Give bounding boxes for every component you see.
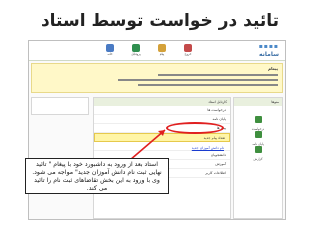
banner-text-line (138, 84, 278, 86)
notice-banner: پیغام (31, 63, 283, 93)
panel-row[interactable]: درخواست ها (94, 106, 230, 115)
profile-icon (132, 44, 140, 52)
nav-label: پروفایل (131, 52, 141, 56)
home-icon (106, 44, 114, 52)
nav-label: پیام (159, 52, 165, 56)
nav-label: خانه (107, 52, 113, 56)
sidebar-header: منوها (234, 98, 282, 106)
logo-text: سامانه (258, 51, 279, 58)
panel-header: کارتابل استاد (94, 98, 230, 106)
right-sidebar: منوها درخواست پایان نامه گزارش (233, 97, 283, 219)
banner-title: پیغام (268, 66, 278, 71)
folder-icon (254, 116, 262, 123)
highlight-ring (166, 122, 224, 134)
sidebar-item[interactable]: پایان نامه (234, 121, 282, 146)
nav-label: خروج (184, 52, 192, 56)
slide-title: تائید در خواست توسط استاد (40, 11, 280, 31)
nav-item-mail[interactable]: پیام (151, 43, 173, 59)
link-row: نام دانش آموزان جدید (94, 142, 230, 151)
panel-row-label: تعداد پیام جدید (203, 136, 225, 140)
sidebar-item[interactable]: گزارش (234, 136, 282, 161)
highlighted-row: تعداد پیام جدید (94, 133, 230, 142)
explanation-callout: استاد بعد از ورود به داشبورد خود با پیغا… (25, 158, 169, 194)
sidebar-item-label: گزارش (253, 157, 263, 161)
logo-icon: ▪▪▪▪ (258, 43, 279, 50)
exit-icon (184, 44, 192, 52)
folder-icon (254, 146, 262, 153)
nav-item-exit[interactable]: خروج (177, 43, 199, 59)
nav-item-home[interactable]: خانه (99, 43, 121, 59)
banner-text-line (118, 79, 278, 81)
sidebar-item[interactable]: درخواست (234, 106, 282, 131)
top-nav: خانه پروفایل پیام خروج (99, 43, 203, 59)
mail-icon (158, 44, 166, 52)
folder-icon (254, 131, 262, 138)
app-header: ▪▪▪▪ سامانه خانه پروفایل پیام خروج (29, 41, 285, 61)
nav-item-profile[interactable]: پروفایل (125, 43, 147, 59)
banner-text-line (158, 74, 278, 76)
side-box (31, 97, 89, 115)
app-logo: ▪▪▪▪ سامانه (249, 43, 279, 59)
